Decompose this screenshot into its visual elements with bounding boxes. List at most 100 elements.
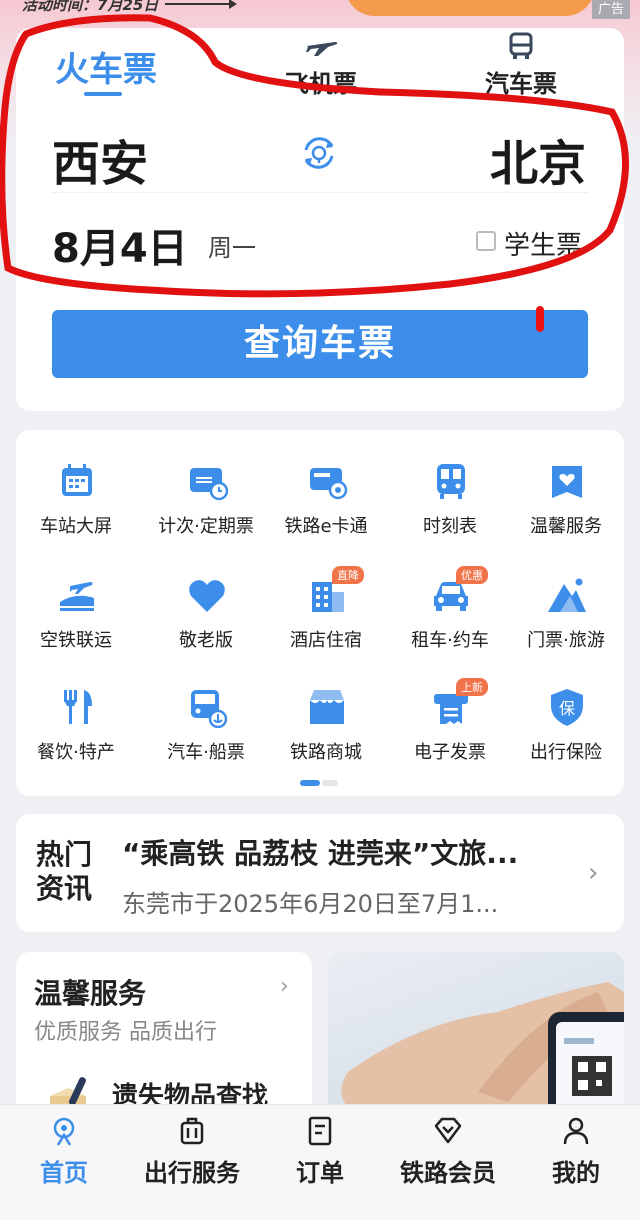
nav-label: 订单 [296,1159,344,1187]
service-ecard[interactable]: 铁路e卡通 [266,460,386,560]
service-timetable[interactable]: 时刻表 [390,460,510,560]
tab-bus-ticket[interactable]: 汽车票 [446,28,596,100]
service-shop[interactable]: 铁路商城 [266,686,386,786]
news-title[interactable]: “乘高铁 品荔枝 进莞来”文旅... [122,832,562,872]
service-label: 时刻表 [423,516,477,537]
promo-arrow-icon [165,0,237,9]
shop-icon [306,686,348,728]
tab-plane-ticket[interactable]: 飞机票 [246,28,396,100]
user-icon [512,1115,640,1147]
service-label: 计次·定期票 [158,516,254,537]
chevron-right-icon[interactable]: › [280,974,289,999]
hot-news-tag-line1: 热门 [36,838,93,871]
calendar-icon [56,460,98,502]
ecard-icon [306,460,348,502]
hot-news-tag: 热门 资讯 [36,838,98,906]
hand-phone-image [341,982,624,1122]
transport-tabs: 火车票 飞机票 汽车票 [16,28,624,100]
food-icon [56,686,98,728]
service-car[interactable]: 优惠租车·约车 [390,566,510,674]
warm-service-title: 温馨服务 [34,977,147,1010]
service-label: 租车·约车 [411,630,489,651]
card-clock-icon [186,460,229,502]
divider [52,192,588,193]
nav-item-4[interactable]: 铁路会员 [384,1105,512,1201]
annotation-mark [536,306,544,332]
home-indicator-area [0,1200,640,1220]
mountain-icon [546,574,588,616]
service-food[interactable]: 餐饮·特产 [16,686,136,786]
service-heart[interactable]: 敬老版 [146,574,266,674]
nav-item-2[interactable]: 出行服务 [128,1105,256,1201]
service-label: 酒店住宿 [290,630,362,651]
service-label: 铁路商城 [290,742,362,763]
service-card-clock[interactable]: 计次·定期票 [146,460,266,560]
service-mountain[interactable]: 门票·旅游 [506,574,626,674]
home-rail-icon [0,1115,128,1147]
service-badge: 优惠 [456,566,488,584]
insurance-icon: 保 [546,686,588,728]
diamond-icon [384,1115,512,1147]
nav-label: 首页 [40,1159,88,1187]
order-icon [256,1115,384,1147]
active-tab-indicator [84,92,122,96]
student-ticket-label[interactable]: 学生票 [504,225,582,262]
service-label: 铁路e卡通 [284,516,368,537]
departure-city[interactable]: 西安 [52,124,148,194]
service-label: 车站大屏 [40,516,112,537]
timetable-icon [430,460,472,502]
search-tickets-button[interactable]: 查询车票 [52,310,588,378]
date-selector[interactable]: 8月4日 周一 学生票 [16,216,624,272]
nav-item-5[interactable]: 我的 [512,1105,640,1201]
bus-ship-icon [186,686,228,729]
chevron-right-icon[interactable]: › [588,858,598,888]
bottom-navigation: 首页 出行服务 订单 铁路会员 我的 [0,1104,640,1200]
tab-train-ticket[interactable]: 火车票 [36,28,176,100]
service-label: 出行保险 [530,742,602,763]
service-label: 温馨服务 [530,516,602,537]
hot-news-tag-line2: 资讯 [36,872,93,905]
bus-icon [446,32,596,60]
service-insurance[interactable]: 保出行保险 [506,686,626,786]
nav-item-1[interactable]: 首页 [0,1105,128,1201]
heart-icon [186,574,228,616]
service-badge: 直降 [332,566,364,584]
services-grid: 车站大屏 计次·定期票 铁路e卡通 时刻表 温馨服务 空铁联运 敬老版 直降 酒店住宿 优惠 租车·… [16,430,624,796]
service-plane-train[interactable]: 空铁联运 [16,574,136,674]
service-badge: 上新 [456,678,488,696]
weekday: 周一 [208,234,256,262]
nav-label: 铁路会员 [400,1159,496,1187]
tab-label: 汽车票 [485,70,557,98]
nav-item-3[interactable]: 订单 [256,1105,384,1201]
service-label: 敬老版 [179,630,233,651]
promo-text: 活动时间：7月25日 [22,0,159,14]
plane-train-icon [56,574,98,616]
departure-date[interactable]: 8月4日 [52,216,188,274]
service-hotel[interactable]: 直降酒店住宿 [266,566,386,674]
warm-service-card[interactable]: 温馨服务 › 优质服务 品质出行 遗失物品查找 [16,952,312,1122]
heart-tag-icon [546,460,588,502]
tab-label: 火车票 [55,50,157,90]
student-ticket-checkbox[interactable] [476,231,496,251]
service-bus-ship[interactable]: 汽车·船票 [146,686,266,786]
route-selector: 西安 北京 [16,124,624,194]
swap-icon[interactable] [298,132,340,174]
service-invoice[interactable]: 上新电子发票 [390,678,510,786]
svg-text:保: 保 [559,699,575,718]
arrival-city[interactable]: 北京 [490,124,586,194]
service-heart-tag[interactable]: 温馨服务 [506,460,626,560]
service-label: 汽车·船票 [167,742,245,763]
service-label: 门票·旅游 [527,630,605,651]
tab-label: 飞机票 [285,70,357,98]
nav-label: 我的 [552,1159,600,1187]
ad-badge: 广告 [592,0,631,19]
plane-icon [246,32,396,60]
promo-image-card[interactable] [328,952,624,1122]
service-label: 电子发票 [414,742,486,763]
hot-news-card[interactable]: 热门 资讯 “乘高铁 品荔枝 进莞来”文旅... 东莞市于2025年6月20日至… [16,814,624,932]
promo-graphic [345,0,595,16]
service-calendar[interactable]: 车站大屏 [16,460,136,560]
warm-service-subtitle: 优质服务 品质出行 [34,1020,217,1045]
luggage-icon [128,1115,256,1147]
nav-label: 出行服务 [144,1159,240,1187]
